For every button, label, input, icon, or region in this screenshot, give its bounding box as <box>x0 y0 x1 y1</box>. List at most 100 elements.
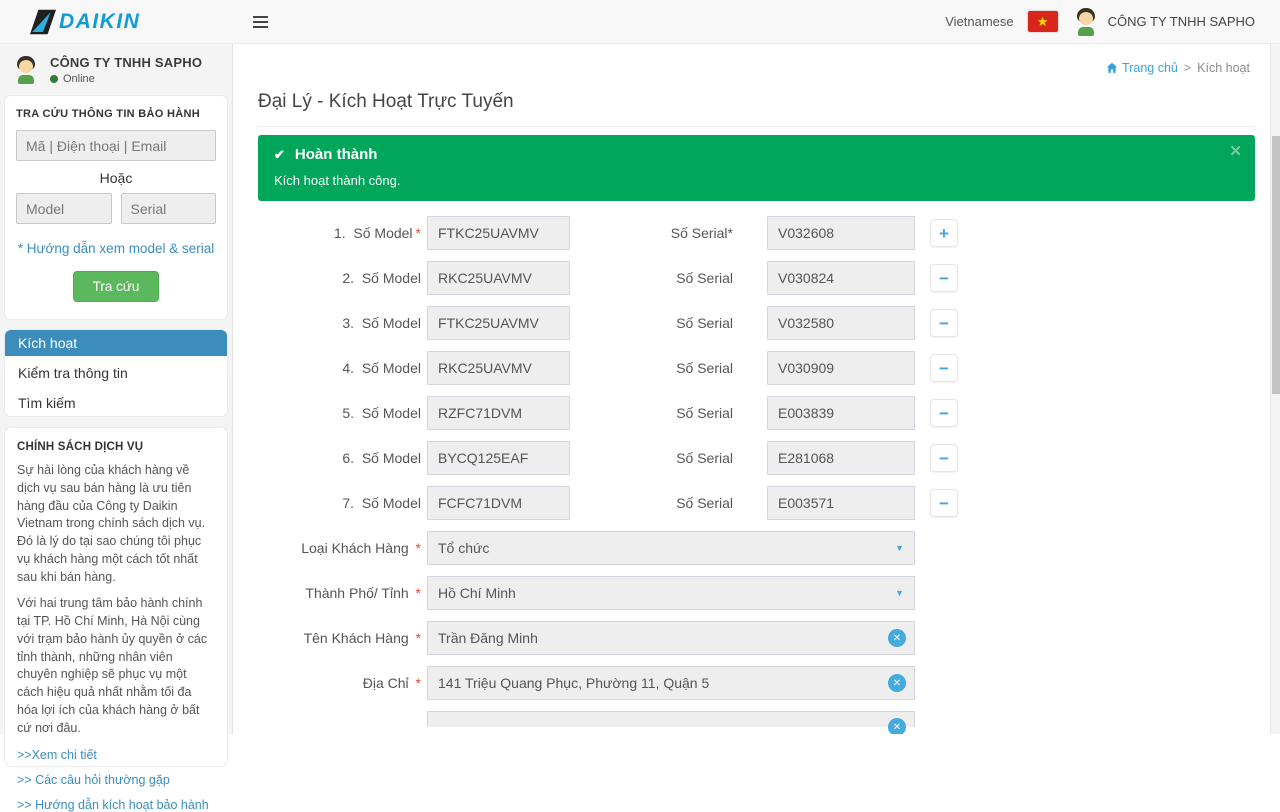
service-policy-card: CHÍNH SÁCH DỊCH VỤ Sự hài lòng của khách… <box>4 427 228 767</box>
clear-icon[interactable]: ✕ <box>888 674 906 692</box>
warranty-lookup-card: TRA CỨU THÔNG TIN BẢO HÀNH Hoặc * Hướng … <box>4 95 228 320</box>
model-input[interactable]: FCFC71DVM <box>427 486 570 520</box>
sidebar-user-name: CÔNG TY TNHH SAPHO <box>50 55 202 70</box>
remove-row-button[interactable]: − <box>930 264 958 292</box>
chevron-down-icon[interactable]: ▼ <box>895 588 904 598</box>
serial-lookup-input[interactable] <box>121 193 217 224</box>
lookup-button[interactable]: Tra cứu <box>73 271 160 302</box>
sidebar-avatar <box>12 56 40 84</box>
serial-label: Số Serial <box>570 360 735 376</box>
model-serial-row: 4. Số ModelRKC25UAVMVSố Serial V030909− <box>251 351 1260 385</box>
model-input[interactable]: RKC25UAVMV <box>427 351 570 385</box>
field-input[interactable]: 141 Triệu Quang Phục, Phường 11, Quận 5✕ <box>427 666 915 700</box>
serial-input[interactable]: E281068 <box>767 441 915 475</box>
menu-toggle-icon[interactable] <box>249 12 272 32</box>
serial-input[interactable]: V032608 <box>767 216 915 250</box>
model-input[interactable]: FTKC25UAVMV <box>427 216 570 250</box>
model-label: 6. Số Model <box>251 450 423 466</box>
alert-message: Kích hoạt thành công. <box>274 173 1239 188</box>
model-input[interactable]: RZFC71DVM <box>427 396 570 430</box>
model-serial-row: 6. Số ModelBYCQ125EAFSố SerialE281068− <box>251 441 1260 475</box>
required-asterisk: * <box>728 225 733 241</box>
policy-link[interactable]: >> Các câu hỏi thường gặp <box>17 773 215 787</box>
field-select[interactable]: Tổ chức▼ <box>427 531 915 565</box>
user-avatar <box>1072 8 1100 36</box>
policy-paragraph: Sự hài lòng của khách hàng về dịch vụ sa… <box>17 462 215 586</box>
header-user-menu[interactable]: CÔNG TY TNHH SAPHO <box>1072 8 1255 36</box>
serial-label: Số Serial* <box>570 225 735 241</box>
alert-close-icon[interactable]: ✕ <box>1229 144 1242 159</box>
add-row-button[interactable]: + <box>930 219 958 247</box>
field-input[interactable]: Trần Đăng Minh✕ <box>427 621 915 655</box>
clear-icon[interactable]: ✕ <box>888 629 906 647</box>
scrollbar-thumb[interactable] <box>1272 136 1280 394</box>
partial-field-row: ✕ <box>251 711 1260 727</box>
main-content: Trang chủ > Kích hoạt Đại Lý - Kích Hoạt… <box>233 44 1280 734</box>
model-label: 7. Số Model <box>251 495 423 511</box>
sidebar-menu-item[interactable]: Tìm kiếm <box>5 390 227 416</box>
serial-input[interactable]: V032580 <box>767 306 915 340</box>
model-lookup-input[interactable] <box>16 193 112 224</box>
breadcrumb-home-link[interactable]: Trang chủ <box>1106 61 1178 75</box>
remove-row-button[interactable]: − <box>930 309 958 337</box>
activation-form: 1. Số Model*FTKC25UAVMVSố Serial*V032608… <box>251 216 1260 727</box>
serial-input[interactable]: V030824 <box>767 261 915 295</box>
model-input[interactable]: FTKC25UAVMV <box>427 306 570 340</box>
code-phone-email-input[interactable] <box>16 130 216 161</box>
remove-row-button[interactable]: − <box>930 489 958 517</box>
clear-icon[interactable]: ✕ <box>888 718 906 734</box>
serial-label: Số Serial <box>570 405 735 421</box>
model-label: 5. Số Model <box>251 405 423 421</box>
required-asterisk: * <box>416 225 421 241</box>
policy-paragraph: Với hai trung tâm bảo hành chính tại TP.… <box>17 595 215 737</box>
customer-field-row: Loại Khách Hàng *Tổ chức▼ <box>251 531 1260 565</box>
breadcrumb: Trang chủ > Kích hoạt <box>1106 61 1250 75</box>
top-header: DAIKIN Vietnamese ★ CÔNG TY TNHH SAPHO <box>0 0 1280 44</box>
model-input[interactable]: RKC25UAVMV <box>427 261 570 295</box>
field-label: Địa Chỉ * <box>251 675 423 691</box>
model-serial-row: 1. Số Model*FTKC25UAVMVSố Serial* V032608… <box>251 216 1260 250</box>
serial-input[interactable]: E003839 <box>767 396 915 430</box>
customer-field-row: Địa Chỉ *141 Triệu Quang Phục, Phường 11… <box>251 666 1260 700</box>
model-serial-row: 3. Số ModelFTKC25UAVMVSố SerialV032580− <box>251 306 1260 340</box>
sidebar-menu-item[interactable]: Kích hoạt <box>5 330 227 356</box>
policy-links: >>Xem chi tiết >> Các câu hỏi thường gặp >… <box>17 748 215 812</box>
model-serial-guide-link[interactable]: * Hướng dẫn xem model & serial <box>16 241 216 256</box>
page-title: Đại Lý - Kích Hoạt Trực Tuyến <box>258 91 1255 127</box>
model-rows: 1. Số Model*FTKC25UAVMVSố Serial*V032608… <box>251 216 1260 520</box>
required-asterisk: * <box>416 675 421 691</box>
policy-title: CHÍNH SÁCH DỊCH VỤ <box>17 441 215 453</box>
remove-row-button[interactable]: − <box>930 354 958 382</box>
home-icon <box>1106 62 1118 74</box>
serial-label: Số Serial <box>570 270 735 286</box>
remove-row-button[interactable]: − <box>930 399 958 427</box>
vietnam-flag-icon[interactable]: ★ <box>1028 11 1058 32</box>
chevron-down-icon[interactable]: ▼ <box>895 543 904 553</box>
daikin-logo-icon <box>30 9 56 35</box>
check-icon: ✔ <box>274 147 285 163</box>
partial-field-input[interactable]: ✕ <box>427 711 915 727</box>
field-select[interactable]: Hồ Chí Minh▼ <box>427 576 915 610</box>
policy-link[interactable]: >>Xem chi tiết <box>17 748 215 762</box>
field-label: Tên Khách Hàng * <box>251 630 423 646</box>
sidebar-menu-item[interactable]: Kiểm tra thông tin <box>5 360 227 386</box>
online-status-dot <box>50 75 58 83</box>
sidebar: CÔNG TY TNHH SAPHO Online TRA CỨU THÔNG … <box>0 44 233 734</box>
model-serial-row: 5. Số ModelRZFC71DVMSố Serial E003839− <box>251 396 1260 430</box>
model-label: 4. Số Model <box>251 360 423 376</box>
remove-row-button[interactable]: − <box>930 444 958 472</box>
field-label: Loại Khách Hàng * <box>251 540 423 556</box>
breadcrumb-separator: > <box>1184 61 1191 75</box>
model-input[interactable]: BYCQ125EAF <box>427 441 570 475</box>
policy-link[interactable]: >> Hướng dẫn kích hoạt bảo hành <box>17 798 215 812</box>
language-label[interactable]: Vietnamese <box>945 14 1013 29</box>
field-label: Thành Phố/ Tỉnh * <box>251 585 423 601</box>
model-label: 1. Số Model* <box>251 225 423 241</box>
daikin-logo[interactable]: DAIKIN <box>0 9 233 35</box>
serial-input[interactable]: E003571 <box>767 486 915 520</box>
serial-input[interactable]: V030909 <box>767 351 915 385</box>
model-label: 2. Số Model <box>251 270 423 286</box>
serial-label: Số Serial <box>570 495 735 511</box>
online-status-label: Online <box>63 73 95 85</box>
required-asterisk: * <box>416 540 421 556</box>
